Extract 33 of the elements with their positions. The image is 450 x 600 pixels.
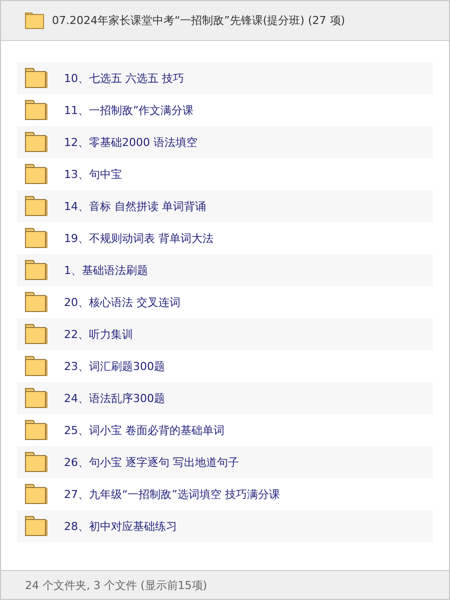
folder-icon [25, 388, 48, 408]
status-text: 24 个文件夹, 3 个文件 (显示前15项) [25, 578, 208, 592]
folder-row[interactable]: 26、句小宝 逐字逐句 写出地道句子 [17, 446, 433, 478]
folder-icon [25, 292, 48, 312]
folder-row[interactable]: 19、不规则动词表 背单词大法 [17, 222, 433, 254]
folder-icon [25, 356, 48, 376]
folder-icon [25, 516, 48, 536]
folder-icon [25, 196, 48, 216]
folder-icon [25, 420, 48, 440]
folder-icon [25, 164, 48, 184]
folder-title: 07.2024年家长课堂中考“一招制敌”先锋课(提分班) (27 项) [52, 13, 346, 28]
folder-row[interactable]: 13、句中宝 [17, 158, 433, 190]
folder-row[interactable]: 24、语法乱序300题 [17, 382, 433, 414]
folder-row[interactable]: 25、词小宝 卷面必背的基础单词 [17, 414, 433, 446]
folder-row[interactable]: 23、词汇刷题300题 [17, 350, 433, 382]
folder-icon [25, 228, 48, 248]
folder-row[interactable]: 1、基础语法刷题 [17, 254, 433, 286]
folder-row[interactable]: 11、一招制敌”作文满分课 [17, 94, 433, 126]
folder-icon [25, 12, 45, 29]
folder-row[interactable]: 20、核心语法 交叉连词 [17, 286, 433, 318]
folder-row[interactable]: 28、初中对应基础练习 [17, 510, 433, 542]
folder-icon [25, 100, 48, 120]
folder-row[interactable]: 12、零基础2000 语法填空 [17, 126, 433, 158]
folder-icon [25, 260, 48, 280]
folder-icon [25, 484, 48, 504]
folder-row[interactable]: 10、七选五 六选五 技巧 [17, 62, 433, 94]
folder-icon [25, 452, 48, 472]
folder-row[interactable]: 14、音标 自然拼读 单词背诵 [17, 190, 433, 222]
folder-icon [25, 324, 48, 344]
folder-row[interactable]: 22、听力集训 [17, 318, 433, 350]
folder-icon [25, 132, 48, 152]
folder-row[interactable]: 27、九年级“一招制敌”选词填空 技巧满分课 [17, 478, 433, 510]
folder-icon [25, 68, 48, 88]
